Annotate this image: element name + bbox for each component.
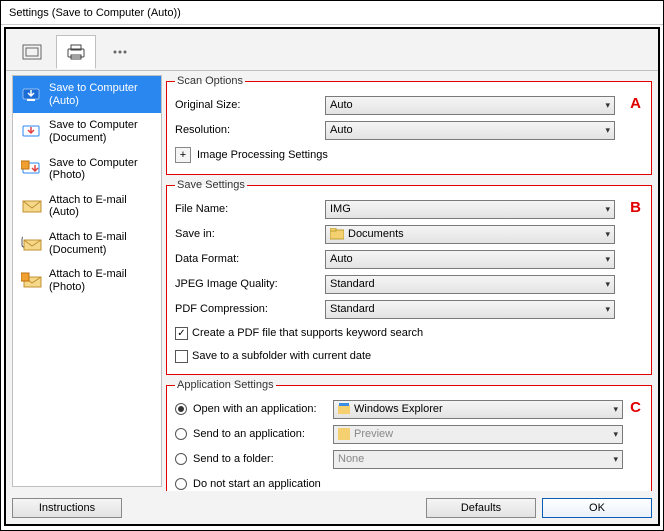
open-with-label: Open with an application:: [193, 403, 333, 415]
do-not-start-label: Do not start an application: [193, 478, 321, 490]
window-title: Settings (Save to Computer (Auto)): [9, 7, 181, 19]
sidebar-item-email-auto[interactable]: Attach to E-mail (Auto): [13, 188, 161, 225]
envelope-clip-icon: [21, 234, 43, 254]
pdf-compression-select[interactable]: Standard▾: [325, 300, 615, 319]
chevron-down-icon: ▾: [605, 100, 610, 111]
sidebar-item-label: Attach to E-mail (Document): [49, 231, 153, 256]
open-with-radio[interactable]: [175, 403, 187, 415]
content-outline: Save to Computer (Auto) Save to Computer…: [4, 27, 660, 526]
send-app-select: Preview ▾: [333, 425, 623, 444]
envelope-photo-icon: [21, 271, 43, 291]
do-not-start-radio[interactable]: [175, 478, 187, 490]
sidebar-item-save-photo[interactable]: Save to Computer (Photo): [13, 151, 161, 188]
sidebar-item-email-photo[interactable]: Attach to E-mail (Photo): [13, 262, 161, 299]
original-size-select[interactable]: Auto▾: [325, 96, 615, 115]
send-app-label: Send to an application:: [193, 428, 333, 440]
section-letter-b: B: [630, 199, 641, 216]
tab-printer-icon[interactable]: [56, 35, 96, 69]
application-settings-section: Application Settings C Open with an appl…: [166, 379, 652, 491]
jpeg-quality-label: JPEG Image Quality:: [175, 278, 325, 290]
subfolder-label: Save to a subfolder with current date: [192, 350, 371, 362]
open-with-select[interactable]: Windows Explorer ▾: [333, 400, 623, 419]
send-folder-radio[interactable]: [175, 453, 187, 465]
explorer-icon: [338, 403, 350, 415]
pdf-compression-label: PDF Compression:: [175, 303, 325, 315]
resolution-label: Resolution:: [175, 124, 325, 136]
chevron-down-icon: ▾: [613, 454, 618, 465]
sidebar-item-email-document[interactable]: Attach to E-mail (Document): [13, 225, 161, 262]
sidebar-item-label: Attach to E-mail (Auto): [49, 194, 153, 219]
defaults-button[interactable]: Defaults: [426, 498, 536, 518]
folder-icon: [330, 228, 344, 240]
sidebar: Save to Computer (Auto) Save to Computer…: [12, 75, 162, 487]
computer-doc-icon: [21, 122, 43, 142]
tab-bar: [6, 29, 658, 71]
dataformat-select[interactable]: Auto▾: [325, 250, 615, 269]
send-app-radio[interactable]: [175, 428, 187, 440]
sidebar-item-label: Save to Computer (Photo): [49, 157, 153, 182]
chevron-down-icon: ▾: [605, 125, 610, 136]
save-settings-legend: Save Settings: [175, 179, 247, 191]
envelope-icon: [21, 196, 43, 216]
chevron-down-icon: ▾: [605, 304, 610, 315]
ok-button[interactable]: OK: [542, 498, 652, 518]
chevron-down-icon: ▾: [605, 254, 610, 265]
chevron-down-icon: ▾: [613, 404, 618, 415]
application-settings-legend: Application Settings: [175, 379, 276, 391]
jpeg-quality-select[interactable]: Standard▾: [325, 275, 615, 294]
send-folder-label: Send to a folder:: [193, 453, 333, 465]
tab-device-icon[interactable]: [12, 35, 52, 69]
sidebar-item-label: Save to Computer (Auto): [49, 82, 153, 107]
chevron-down-icon: ▾: [613, 429, 618, 440]
sidebar-item-save-document[interactable]: Save to Computer (Document): [13, 113, 161, 150]
scan-options-legend: Scan Options: [175, 75, 245, 87]
pdf-keyword-checkbox[interactable]: ✓: [175, 327, 188, 340]
pdf-keyword-label: Create a PDF file that supports keyword …: [192, 327, 423, 339]
window-titlebar: Settings (Save to Computer (Auto)): [1, 1, 663, 25]
chevron-down-icon: ▾: [605, 229, 610, 240]
instructions-button[interactable]: Instructions: [12, 498, 122, 518]
section-letter-a: A: [630, 95, 641, 112]
save-settings-section: Save Settings B File Name: IMG▾ Save in:…: [166, 179, 652, 375]
computer-arrow-icon: [21, 85, 43, 105]
savein-label: Save in:: [175, 228, 325, 240]
scan-options-section: Scan Options A Original Size: Auto▾ Reso…: [166, 75, 652, 175]
chevron-down-icon: ▾: [605, 279, 610, 290]
expand-image-processing-button[interactable]: +: [175, 147, 191, 163]
send-folder-select: None▾: [333, 450, 623, 469]
original-size-label: Original Size:: [175, 99, 325, 111]
computer-photo-icon: [21, 159, 43, 179]
sidebar-item-label: Attach to E-mail (Photo): [49, 268, 153, 293]
tab-more-icon[interactable]: [100, 35, 140, 69]
section-letter-c: C: [630, 399, 641, 416]
image-processing-label: Image Processing Settings: [197, 149, 328, 161]
resolution-select[interactable]: Auto▾: [325, 121, 615, 140]
filename-combo[interactable]: IMG▾: [325, 200, 615, 219]
dataformat-label: Data Format:: [175, 253, 325, 265]
preview-icon: [338, 428, 350, 440]
chevron-down-icon: ▾: [605, 204, 610, 215]
savein-select[interactable]: Documents ▾: [325, 225, 615, 244]
filename-label: File Name:: [175, 203, 325, 215]
subfolder-checkbox[interactable]: [175, 350, 188, 363]
sidebar-item-save-auto[interactable]: Save to Computer (Auto): [13, 76, 161, 113]
sidebar-item-label: Save to Computer (Document): [49, 119, 153, 144]
